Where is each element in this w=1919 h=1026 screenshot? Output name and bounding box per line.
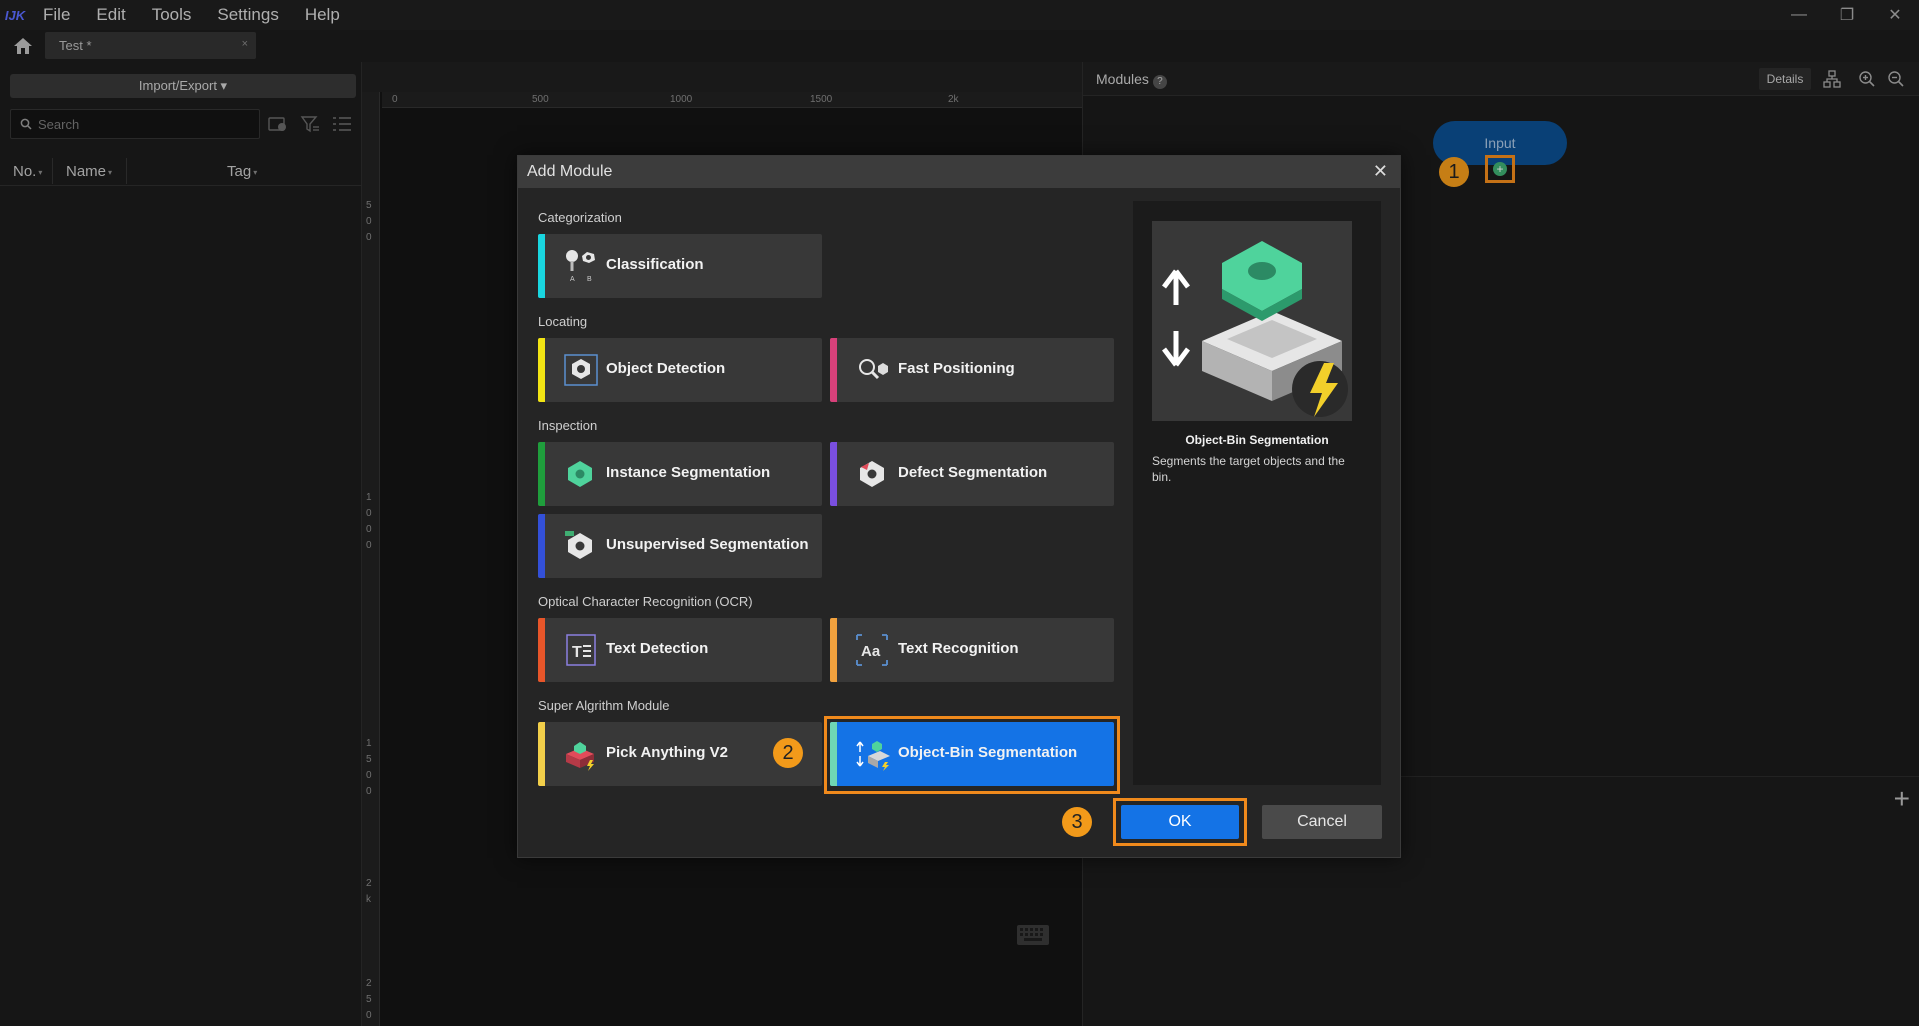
callout-2: 2: [773, 738, 803, 768]
preview-description: Segments the target objects and the bin.: [1152, 454, 1345, 484]
fast-positioning-icon: [859, 359, 888, 380]
module-object-bin-segmentation[interactable]: Object-Bin Segmentation: [830, 722, 1114, 786]
module-label: Defect Segmentation: [898, 464, 1048, 481]
module-object-detection[interactable]: Object Detection: [538, 338, 822, 402]
svg-text:A: A: [570, 276, 575, 283]
module-label: Instance Segmentation: [606, 464, 771, 481]
module-unsupervised-segmentation[interactable]: Unsupervised Segmentation: [538, 514, 822, 578]
svg-text:T: T: [572, 644, 582, 661]
accent-bar: [538, 442, 545, 506]
app-window: IJK File Edit Tools Settings Help — ❐ ✕ …: [0, 0, 1919, 1026]
module-label: Object Detection: [606, 360, 726, 377]
unsupervised-segmentation-icon: [565, 531, 592, 559]
add-module-dialog: Add Module ✕ Categorization A B Classifi…: [517, 155, 1401, 858]
classification-icon: A B: [566, 250, 595, 283]
ok-button[interactable]: OK: [1121, 805, 1239, 839]
defect-segmentation-icon: [860, 461, 884, 487]
section-locating: Locating: [538, 314, 588, 329]
module-preview: Object-Bin Segmentation Segments the tar…: [1133, 201, 1381, 785]
module-label: Classification: [606, 256, 704, 273]
callout-3: 3: [1062, 807, 1092, 837]
module-label: Text Detection: [606, 640, 709, 657]
dialog-titlebar: Add Module ✕: [518, 156, 1400, 188]
dialog-close-icon[interactable]: ✕: [1373, 161, 1388, 182]
module-text-recognition[interactable]: Aa Text Recognition: [830, 618, 1114, 682]
accent-bar: [538, 514, 545, 578]
pick-anything-icon: [566, 742, 594, 771]
cancel-button[interactable]: Cancel: [1262, 805, 1382, 839]
svg-text:Aa: Aa: [861, 643, 881, 660]
object-bin-segmentation-icon: [856, 741, 890, 771]
object-detection-icon: [564, 354, 598, 386]
text-recognition-icon: Aa: [856, 634, 888, 666]
module-defect-segmentation[interactable]: Defect Segmentation: [830, 442, 1114, 506]
module-label: Fast Positioning: [898, 360, 1015, 377]
accent-bar: [830, 442, 837, 506]
preview-image: [1152, 221, 1352, 421]
section-super-algorithm: Super Algrithm Module: [538, 698, 670, 713]
module-text-detection[interactable]: T Text Detection: [538, 618, 822, 682]
dialog-title: Add Module: [527, 163, 613, 180]
svg-text:B: B: [587, 276, 592, 283]
module-label: Object-Bin Segmentation: [898, 744, 1078, 761]
accent-bar: [538, 234, 545, 298]
accent-bar: [538, 722, 545, 786]
preview-title: Object-Bin Segmentation: [1185, 433, 1329, 447]
module-label: Pick Anything V2: [606, 744, 728, 761]
accent-bar: [830, 722, 837, 786]
accent-bar: [538, 618, 545, 682]
section-categorization: Categorization: [538, 210, 622, 225]
accent-bar: [830, 338, 837, 402]
object-bin-illustration: [1162, 241, 1348, 417]
module-instance-segmentation[interactable]: Instance Segmentation: [538, 442, 822, 506]
module-label: Unsupervised Segmentation: [606, 536, 809, 553]
section-ocr: Optical Character Recognition (OCR): [538, 594, 753, 609]
accent-bar: [538, 338, 545, 402]
module-label: Text Recognition: [898, 640, 1019, 657]
section-inspection: Inspection: [538, 418, 598, 433]
text-detection-icon: T: [566, 634, 596, 666]
module-classification[interactable]: A B Classification: [538, 234, 822, 298]
instance-segmentation-icon: [568, 461, 592, 487]
module-fast-positioning[interactable]: Fast Positioning: [830, 338, 1114, 402]
accent-bar: [830, 618, 837, 682]
